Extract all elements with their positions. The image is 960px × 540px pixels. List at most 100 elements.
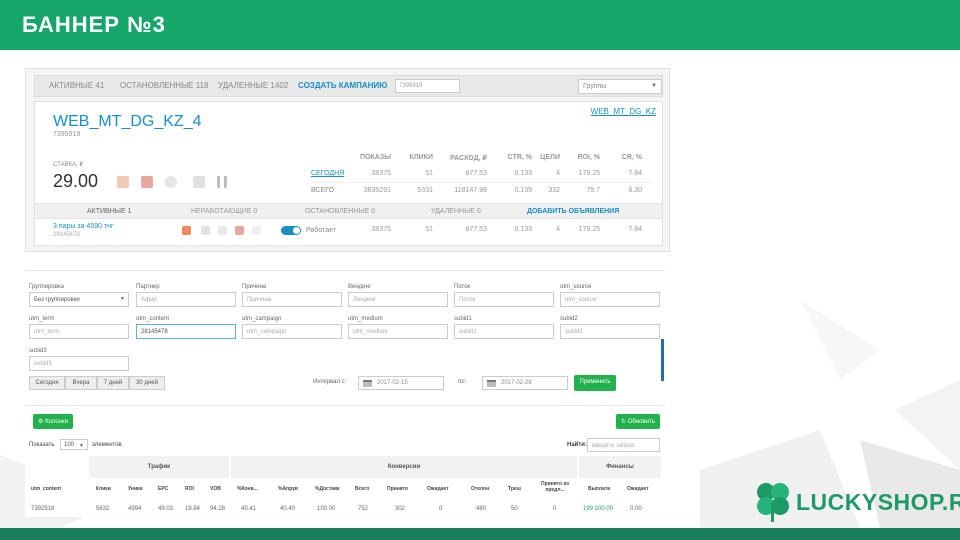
reason-label: Причина [242,284,267,290]
campaign-panel: АКТИВНЫЕ 41 ОСТАНОВЛЕННЫЕ 118 УДАЛЕННЫЕ … [25,68,670,252]
campaign-search-input[interactable]: 7395919 [395,79,460,93]
refresh-button[interactable]: ↻ Обновить [616,414,660,429]
subid3-label: subid3 [29,348,47,354]
show-label: Показать [29,442,55,448]
chevron-down-icon: ▼ [120,296,125,302]
logo-text: LUCKYSHOP.RU [796,489,960,515]
column-header[interactable]: %Доставк [315,486,340,492]
campaign-id: 7395919 [53,131,81,138]
ad-tab-stopped[interactable]: ОСТАНОВЛЕННЫЕ 0 [305,208,375,215]
campaign-name[interactable]: WEB_MT_DG_KZ_4 [53,113,201,131]
partner-input[interactable]: Афир [136,292,236,307]
bar-chart-icon[interactable] [235,226,244,235]
utm-term-input[interactable]: utm_term [29,324,129,339]
ad-title[interactable]: 3 пары за 4590 тнг [53,223,114,230]
page-size-value: 100 [64,442,75,448]
subid2-input[interactable]: subid2 [560,324,660,339]
refresh-button-label: Обновить [627,419,655,425]
column-header[interactable]: Выплата [588,486,610,492]
column-header[interactable]: VOB [210,486,221,492]
stream-label: Поток [454,284,471,290]
scrollbar[interactable] [661,339,664,381]
landing-input[interactable]: Лендинг [348,292,448,307]
utm-content-label: utm_content [136,316,170,322]
reason-input[interactable]: Причина [242,292,342,307]
column-header[interactable]: %Апрув [278,486,298,492]
tab-active[interactable]: АКТИВНЫЕ 41 [49,81,104,90]
pause-icon[interactable] [217,176,227,188]
calendar-icon [487,380,496,387]
table-cell: 0 [439,506,443,512]
columns-button[interactable]: ⚙ Колонки [33,414,73,429]
bid-value[interactable]: 29.00 [53,171,98,192]
columns-button-label: Колонки [45,419,68,425]
interval-label: Интервал с: [313,379,347,385]
grouping-select[interactable]: Без группировки ▼ [29,292,129,307]
column-header[interactable]: Всего [355,486,369,492]
utm-content-input[interactable]: 28145478 [136,324,236,339]
column-header[interactable]: Уники [128,486,143,492]
utm-medium-input[interactable]: utm_medium [348,324,448,339]
stats-header-spend: РАСХОД, ₽ [450,155,487,162]
column-header[interactable]: %Конв... [237,486,258,492]
document-icon[interactable] [218,226,227,235]
ad-tab-not-working[interactable]: НЕРАБОТАЮЩИЕ 0 [191,208,257,215]
column-header[interactable]: Ожидает [627,486,649,492]
add-ads-link[interactable]: ДОБАВИТЬ ОБЪЯВЛЕНИЯ [527,208,619,215]
bar-chart-icon[interactable] [141,176,153,188]
date-to-value: 2017-02-28 [501,380,532,386]
copy-icon[interactable] [201,226,210,235]
stream-input[interactable]: Поток [454,292,554,307]
apply-button[interactable]: Применить [574,375,616,391]
ad-tab-deleted[interactable]: УДАЛЕННЫЕ 0 [431,208,481,215]
column-header[interactable]: ROI [185,486,194,492]
utm-campaign-input[interactable]: utm_campaign [242,324,342,339]
column-header[interactable]: utm_content [31,486,61,492]
30-days-button[interactable]: 30 дней [129,376,165,390]
groups-select[interactable]: Группы ▼ [578,79,662,94]
subid3-input[interactable]: subid3 [29,356,129,371]
page-size-select[interactable]: 100 ▼ [60,439,88,450]
ad-stat-value: 877.53 [465,226,487,233]
yesterday-button[interactable]: Вчера [65,376,97,390]
group-header-finance: Финансы [579,456,661,478]
slide-title: БАННЕР №3 [22,12,166,37]
edit-icon[interactable] [182,226,191,235]
utm-source-input[interactable]: utm_source [560,292,660,307]
tab-stopped[interactable]: ОСТАНОВЛЕННЫЕ 118 [120,81,208,90]
table-search-input[interactable]: введите запрос [587,438,660,452]
chart-icon[interactable] [117,176,129,188]
stats-today-label[interactable]: СЕГОДНЯ [311,170,344,177]
column-header[interactable]: Принято из предл... [538,481,572,493]
column-header[interactable]: Принято [387,486,408,492]
date-to-input[interactable]: 2017-02-28 [482,376,568,390]
ad-status-toggle[interactable] [281,226,301,235]
subid2-label: subid2 [560,316,578,322]
entries-label: элементов [92,442,122,448]
column-header[interactable]: Клики [96,486,111,492]
tab-deleted[interactable]: УДАЛЕННЫЕ 1402 [218,81,288,90]
link-icon[interactable] [252,226,261,235]
column-header[interactable]: EPC [158,486,168,492]
create-campaign-link[interactable]: СОЗДАТЬ КАМПАНИЮ [298,81,387,90]
ad-tab-active[interactable]: АКТИВНЫЕ 1 [87,208,131,215]
column-header[interactable]: Ожидает [427,486,449,492]
date-from-input[interactable]: 2017-02-15 [358,376,444,390]
column-header[interactable]: Треш [508,486,521,492]
table-cell: 4994 [128,506,142,512]
stats-header-cr: CR, % [621,154,642,161]
campaign-group-link[interactable]: WEB_MT_DG_KZ [591,107,656,116]
date-from-value: 2017-02-15 [377,380,408,386]
filters-panel: Группировка Без группировки ▼ Партнер Афи… [25,270,665,398]
table-cell: 0.00 [630,506,642,512]
copy-icon[interactable] [193,176,205,188]
table-cell: 94.28 [210,506,226,512]
today-button[interactable]: Сегодня [29,376,65,390]
settings-icon[interactable] [165,176,177,188]
subid1-input[interactable]: subid1 [454,324,554,339]
grouping-select-value: Без группировки [34,297,80,303]
bid-label: СТАВКА, ₽ [53,162,84,168]
7-days-button[interactable]: 7 дней [97,376,129,390]
table-cell: 19.84 [185,506,201,512]
column-header[interactable]: Отклон [471,486,489,492]
